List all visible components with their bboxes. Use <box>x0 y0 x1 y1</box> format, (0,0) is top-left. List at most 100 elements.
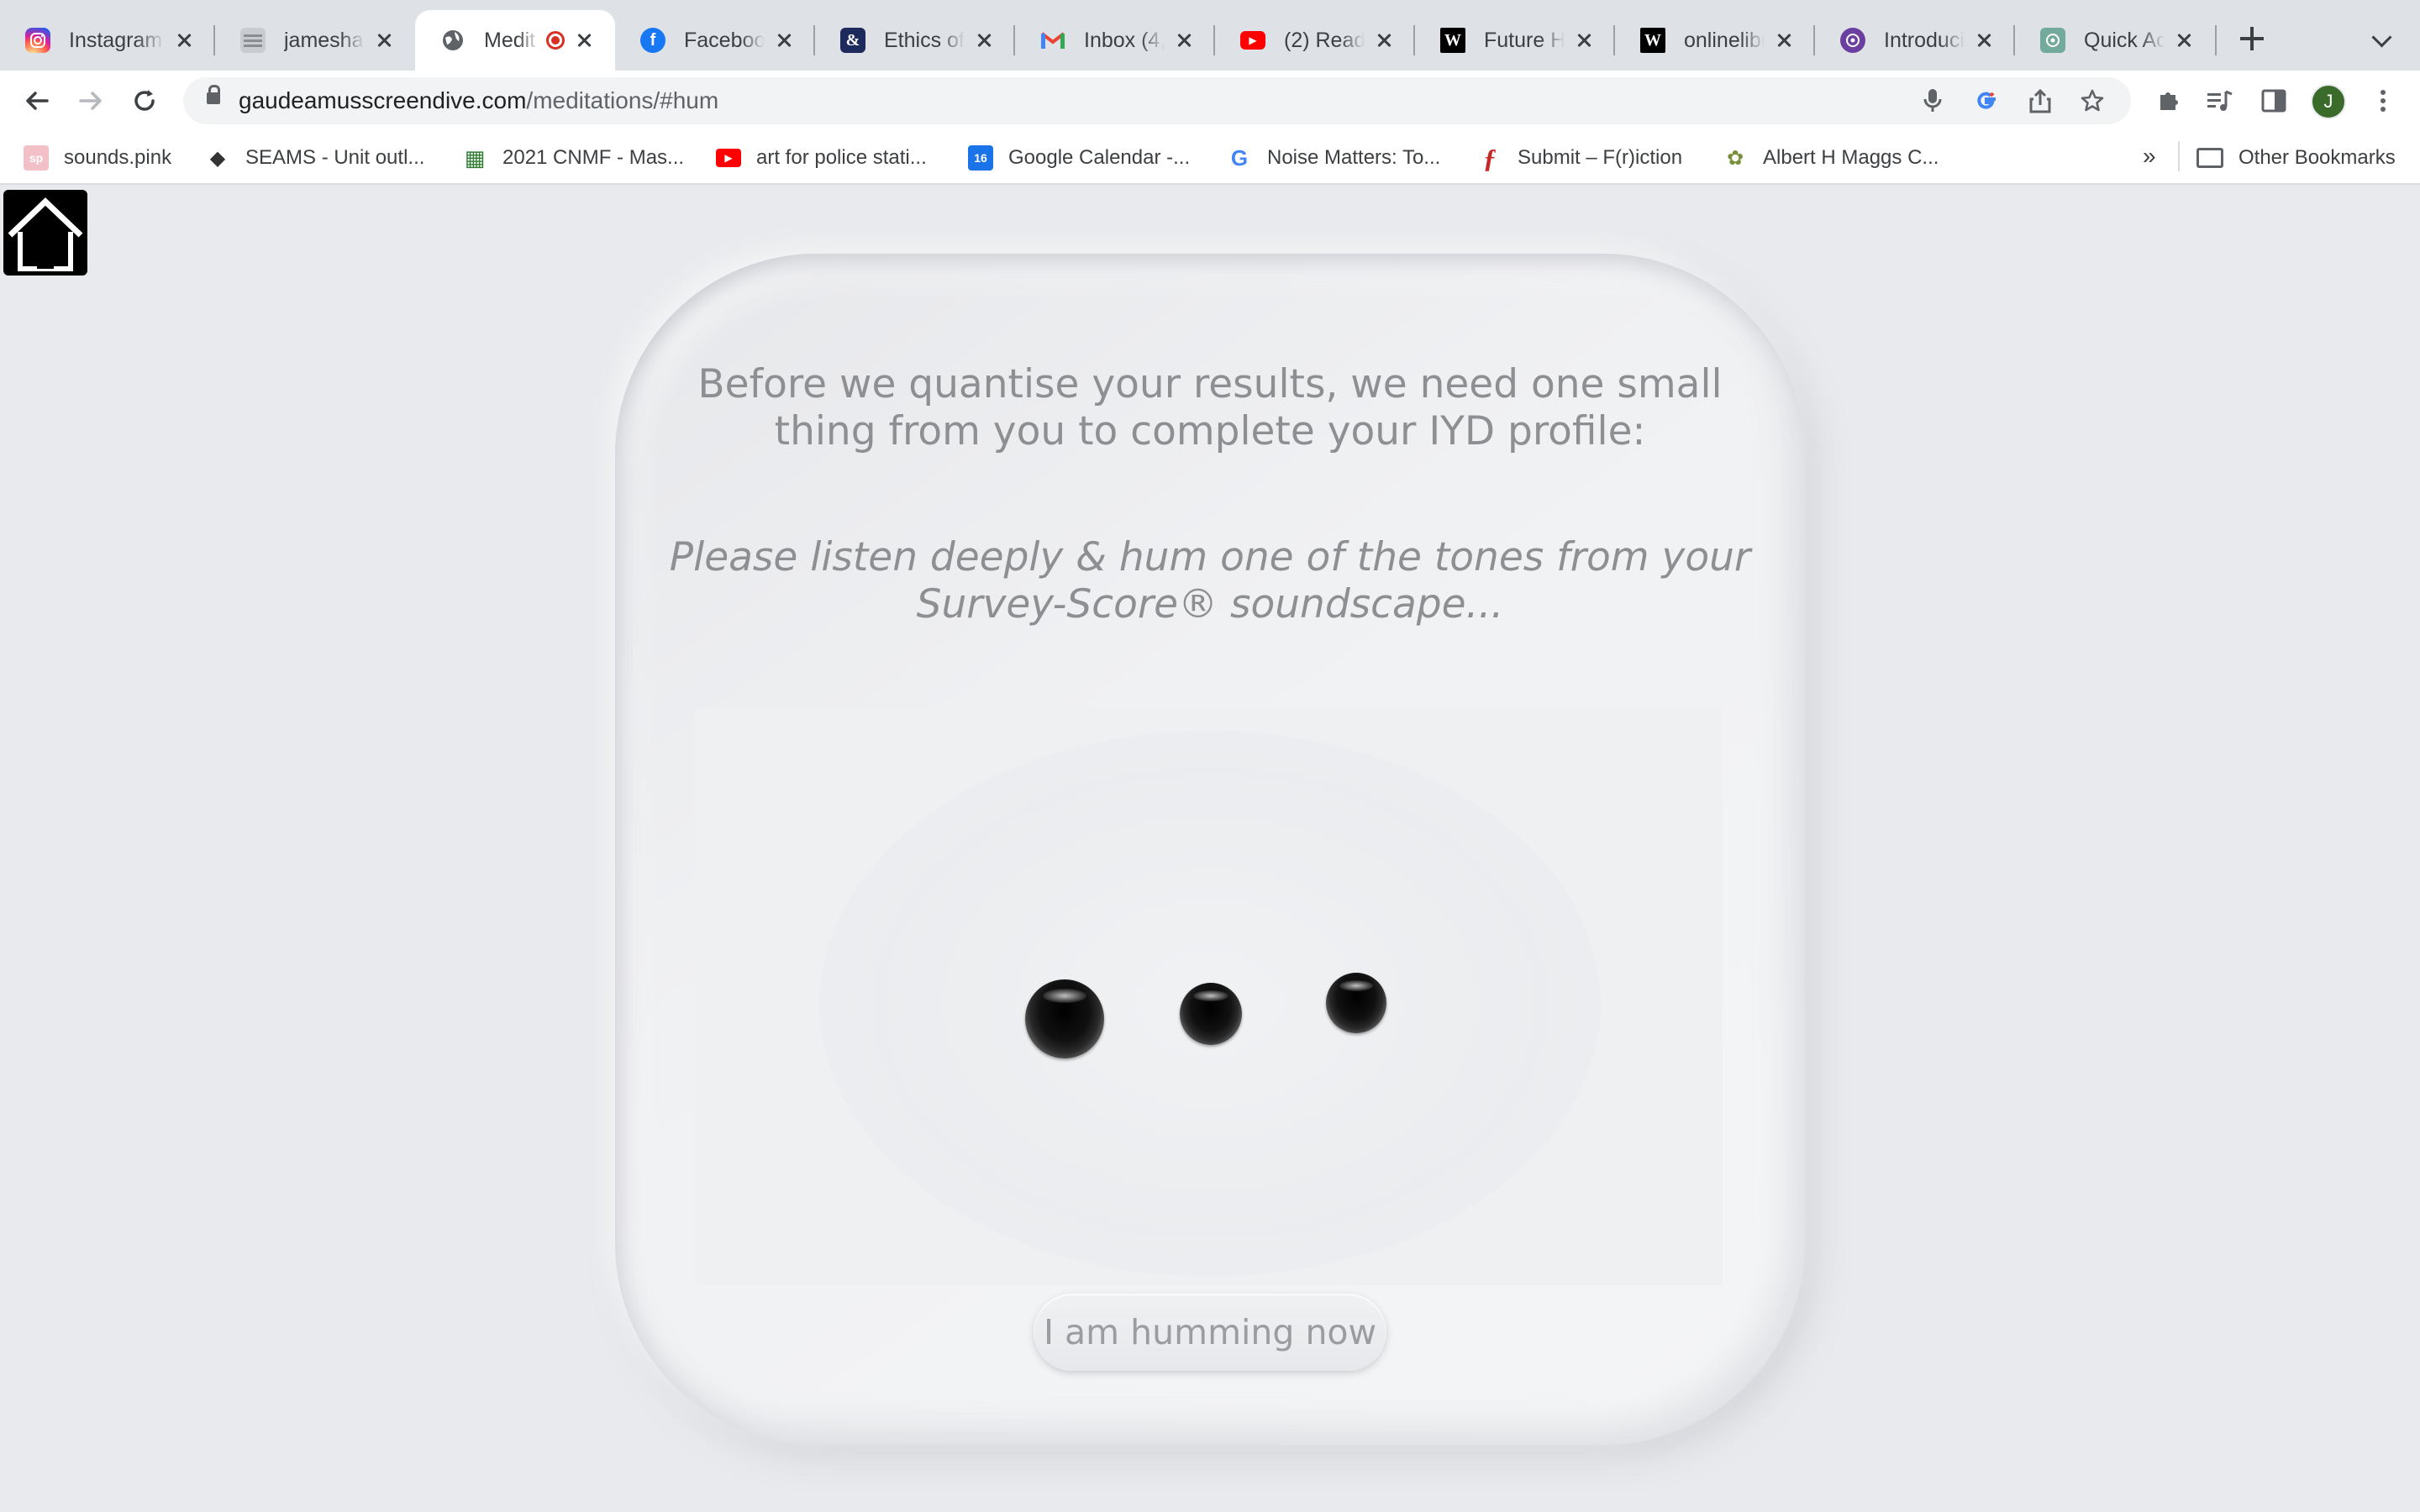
tone-orb <box>1326 973 1386 1033</box>
bookmark-art-police[interactable]: ▶ art for police stati... <box>716 143 927 173</box>
toolbar: gaudeamusscreendive.com/meditations/#hum… <box>0 71 2420 131</box>
tab-facebook[interactable]: f Facebook <box>615 10 815 71</box>
bookmark-label: Google Calendar -... <box>1008 146 1191 169</box>
facebook-icon: f <box>640 28 666 53</box>
extensions-icon[interactable] <box>2153 86 2183 116</box>
tab-ethics[interactable]: & Ethics of <box>815 10 1015 71</box>
tab-title: Instagram <box>69 28 163 52</box>
close-tab-icon[interactable] <box>1571 28 1597 53</box>
w-icon: W <box>1440 28 1465 53</box>
close-tab-icon[interactable] <box>1171 28 1197 53</box>
tone-orb <box>1180 983 1242 1045</box>
sp-icon: sp <box>24 145 49 171</box>
f-icon: ƒ <box>1477 143 1502 173</box>
w-icon: W <box>1640 28 1665 53</box>
close-tab-icon[interactable] <box>1771 28 1797 53</box>
google-icon: G <box>1227 145 1252 171</box>
site-icon <box>240 28 266 53</box>
tab-future-hu[interactable]: W Future Hu <box>1415 10 1615 71</box>
openai-icon <box>1840 28 1865 53</box>
bookmark-google-calendar[interactable]: 16 Google Calendar -... <box>968 143 1190 173</box>
close-tab-icon[interactable] <box>1371 28 1397 53</box>
youtube-icon: ▶ <box>1240 31 1265 50</box>
more-bookmarks-button[interactable]: » <box>2143 143 2156 170</box>
tab-gmail[interactable]: Inbox (4,1 <box>1015 10 1215 71</box>
tab-title: (2) Readi <box>1284 28 1365 52</box>
bookmark-label: art for police stati... <box>756 146 927 169</box>
tab-title: Future Hu <box>1484 28 1565 52</box>
folder-icon <box>2196 148 2223 168</box>
tab-title: Inbox (4,1 <box>1084 28 1165 52</box>
shield-icon: ◆ <box>205 145 230 171</box>
tab-title: Medit <box>484 28 536 52</box>
bookmark-albert-maggs[interactable]: ✿ Albert H Maggs C... <box>1723 143 1939 173</box>
address-bar[interactable]: gaudeamusscreendive.com/meditations/#hum <box>183 77 2131 124</box>
close-tab-icon[interactable] <box>2171 28 2196 53</box>
tab-title: Introducin <box>1884 28 1965 52</box>
grid-icon: ▦ <box>462 145 487 171</box>
google-lens-icon[interactable] <box>1973 87 2000 114</box>
back-icon[interactable] <box>17 81 57 121</box>
tab-title: jameshaz <box>284 28 365 52</box>
bookmark-seams[interactable]: ◆ SEAMS - Unit outl... <box>205 143 424 173</box>
bookmark-label: Submit – F(r)iction <box>1518 146 1683 169</box>
tab-jameshaz[interactable]: jameshaz <box>215 10 415 71</box>
humming-now-button[interactable]: I am humming now <box>1034 1294 1386 1371</box>
bookmark-star-icon[interactable] <box>2079 87 2106 114</box>
calendar-icon: 16 <box>968 145 993 171</box>
tab-strip: Instagram jameshaz Medit f Facebook & Et… <box>0 0 2420 71</box>
tab-title: onlinelibr <box>1684 28 1765 52</box>
tab-quick-access[interactable]: Quick Ac <box>2015 10 2215 71</box>
url-text: gaudeamusscreendive.com/meditations/#hum <box>239 87 719 113</box>
close-tab-icon[interactable] <box>1971 28 1996 53</box>
more-menu-icon[interactable] <box>2368 86 2398 116</box>
home-icon[interactable] <box>3 190 87 276</box>
tab-title: Ethics of <box>884 28 965 52</box>
forward-icon[interactable] <box>71 81 111 121</box>
tab-introducing[interactable]: Introducin <box>1815 10 2015 71</box>
tab-title: Quick Ac <box>2084 28 2165 52</box>
recording-icon <box>546 31 565 50</box>
tab-onlinelibrary[interactable]: W onlinelibr <box>1615 10 1815 71</box>
other-bookmarks-label: Other Bookmarks <box>2238 146 2396 169</box>
bird-icon: ✿ <box>1723 145 1748 171</box>
globe-icon <box>440 28 466 53</box>
share-icon[interactable] <box>2027 87 2054 114</box>
hum-instruction: Please listen deeply & hum one of the to… <box>669 534 1751 627</box>
close-tab-icon[interactable] <box>371 28 397 53</box>
close-tab-icon[interactable] <box>171 28 197 53</box>
tone-orb <box>1025 979 1104 1058</box>
bookmark-label: 2021 CNMF - Mas... <box>502 146 685 169</box>
gmail-icon <box>1040 28 1065 53</box>
youtube-icon: ▶ <box>716 149 741 167</box>
bookmark-label: sounds.pink <box>64 146 172 169</box>
lock-icon[interactable] <box>207 85 220 104</box>
bookmarks-bar: sp sounds.pink ◆ SEAMS - Unit outl... ▦ … <box>0 131 2420 185</box>
tab-youtube[interactable]: ▶ (2) Readi <box>1215 10 1415 71</box>
openai-icon <box>2040 28 2065 53</box>
bookmark-sounds-pink[interactable]: sp sounds.pink <box>24 143 171 173</box>
ampersand-icon: & <box>840 28 865 53</box>
other-bookmarks-folder[interactable]: Other Bookmarks <box>2196 143 2396 173</box>
new-tab-icon[interactable] <box>2235 22 2269 55</box>
bookmark-cnmf[interactable]: ▦ 2021 CNMF - Mas... <box>462 143 684 173</box>
bookmark-noise-matters[interactable]: G Noise Matters: To... <box>1227 143 1440 173</box>
close-tab-icon[interactable] <box>571 28 597 53</box>
reload-icon[interactable] <box>124 81 165 121</box>
side-panel-icon[interactable] <box>2259 86 2289 116</box>
bookmark-label: SEAMS - Unit outl... <box>245 146 425 169</box>
close-tab-icon[interactable] <box>971 28 997 53</box>
microphone-icon[interactable] <box>1919 87 1946 114</box>
tab-instagram[interactable]: Instagram <box>0 10 215 71</box>
bookmark-label: Noise Matters: To... <box>1267 146 1441 169</box>
page-heading: Before we quantise your results, we need… <box>697 361 1723 454</box>
tab-meditations[interactable]: Medit <box>415 10 615 71</box>
close-tab-icon[interactable] <box>771 28 797 53</box>
chevron-down-icon[interactable] <box>2370 27 2395 52</box>
bookmark-friction[interactable]: ƒ Submit – F(r)iction <box>1477 143 1682 173</box>
tab-title: Facebook <box>684 28 765 52</box>
bookmark-label: Albert H Maggs C... <box>1763 146 1939 169</box>
profile-avatar[interactable]: J <box>2311 84 2346 119</box>
instagram-icon <box>25 28 50 53</box>
media-control-icon[interactable] <box>2205 86 2235 116</box>
